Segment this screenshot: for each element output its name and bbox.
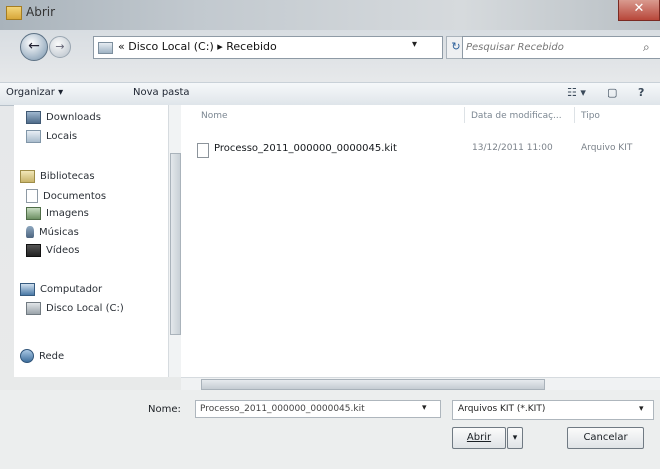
- column-header-date[interactable]: Data de modificaç...: [471, 111, 562, 121]
- cancel-button[interactable]: Cancelar: [567, 427, 644, 449]
- cancel-button-label: Cancelar: [583, 432, 628, 443]
- sidebar-item-documents[interactable]: Documentos: [26, 189, 106, 203]
- file-list: Nome Data de modificaç... Tipo Processo_…: [181, 105, 660, 377]
- documents-icon: [26, 189, 38, 203]
- folder-icon: [98, 42, 113, 54]
- sidebar-scrollbar[interactable]: [168, 105, 181, 377]
- sidebar-item-label: Rede: [39, 350, 65, 362]
- sidebar-item-label: Imagens: [46, 208, 89, 219]
- back-arrow-icon: ←: [28, 38, 40, 54]
- sidebar-item-music[interactable]: Músicas: [26, 226, 79, 238]
- sidebar-item-label: Vídeos: [46, 245, 80, 256]
- library-icon: [20, 170, 35, 183]
- open-button-label: Abrir: [466, 432, 492, 443]
- file-name[interactable]: Processo_2011_000000_0000045.kit: [214, 143, 397, 154]
- help-icon[interactable]: ?: [638, 86, 644, 99]
- sidebar-item-label: Computador: [40, 284, 103, 295]
- column-header-type[interactable]: Tipo: [581, 111, 600, 121]
- file-name-field[interactable]: [195, 400, 441, 418]
- music-icon: [26, 226, 34, 238]
- chevron-down-icon[interactable]: ▾: [639, 404, 644, 414]
- window-title: Abrir: [26, 5, 56, 19]
- navigation-pane: Downloads Locais Bibliotecas Documentos …: [14, 105, 181, 377]
- file-name-label: Nome:: [148, 404, 181, 415]
- new-folder-button[interactable]: Nova pasta: [133, 87, 190, 98]
- close-button[interactable]: ✕: [618, 0, 660, 21]
- search-box[interactable]: ⌕: [462, 36, 660, 59]
- sidebar-item-label: Locais: [46, 131, 78, 142]
- column-divider[interactable]: [464, 107, 465, 123]
- title-bar: Abrir ✕: [0, 0, 660, 30]
- sidebar-item-label: Disco Local (C:): [46, 303, 124, 314]
- network-icon: [20, 349, 34, 363]
- search-icon[interactable]: ⌕: [643, 40, 650, 55]
- chevron-down-icon: ▾: [512, 433, 518, 443]
- open-button[interactable]: Abrir: [452, 427, 506, 449]
- back-button[interactable]: ←: [20, 33, 48, 61]
- view-options-icon[interactable]: ☷ ▾: [567, 86, 586, 99]
- file-type-value: Arquivos KIT (*.KIT): [458, 404, 546, 414]
- sidebar-item-libraries[interactable]: Bibliotecas: [20, 170, 95, 183]
- column-header-name[interactable]: Nome: [201, 111, 228, 121]
- file-icon: [197, 143, 209, 158]
- refresh-icon: ↻: [451, 40, 461, 53]
- images-icon: [26, 207, 41, 220]
- sidebar-item-label: Downloads: [46, 112, 101, 123]
- search-input[interactable]: [466, 39, 626, 55]
- chevron-down-icon[interactable]: ▾: [422, 403, 427, 413]
- open-dialog: Abrir ✕ ← → « Disco Local (C:) ▸ Recebid…: [0, 0, 660, 469]
- table-row[interactable]: Processo_2011_000000_0000045.kit 13/12/2…: [197, 140, 660, 160]
- folder-icon: [6, 6, 22, 20]
- downloads-icon: [26, 111, 41, 124]
- organize-button[interactable]: Organizar ▾: [6, 87, 63, 98]
- chevron-down-icon[interactable]: ▾: [412, 39, 417, 50]
- forward-button[interactable]: →: [49, 36, 71, 58]
- sidebar-item-label: Músicas: [39, 226, 79, 238]
- sidebar-scroll-thumb[interactable]: [170, 153, 181, 335]
- sidebar-item-label: Bibliotecas: [40, 171, 95, 182]
- toolbar: Organizar ▾ Nova pasta ☷ ▾ ▢ ?: [0, 82, 660, 106]
- computer-icon: [20, 283, 35, 296]
- dialog-footer: Nome: ▾ Arquivos KIT (*.KIT) ▾ Abrir ▾ C…: [0, 390, 660, 469]
- address-bar[interactable]: « Disco Local (C:) ▸ Recebido ▾: [93, 36, 443, 59]
- places-icon: [26, 130, 41, 143]
- sidebar-item-videos[interactable]: Vídeos: [26, 244, 79, 257]
- drive-icon: [26, 302, 41, 315]
- horizontal-scroll-thumb[interactable]: [201, 379, 545, 390]
- videos-icon: [26, 244, 41, 257]
- sidebar-item-network[interactable]: Rede: [20, 349, 64, 363]
- horizontal-scrollbar[interactable]: [181, 377, 660, 390]
- sidebar-item-downloads[interactable]: Downloads: [26, 111, 101, 124]
- sidebar-item-images[interactable]: Imagens: [26, 207, 89, 220]
- sidebar-item-local-disk[interactable]: Disco Local (C:): [26, 302, 124, 315]
- file-type-select[interactable]: Arquivos KIT (*.KIT) ▾: [452, 400, 654, 420]
- file-date: 13/12/2011 11:00: [472, 143, 553, 153]
- open-options-button[interactable]: ▾: [507, 427, 523, 449]
- file-type: Arquivo KIT: [581, 143, 633, 153]
- close-icon: ✕: [633, 1, 645, 16]
- navigation-bar: ← → « Disco Local (C:) ▸ Recebido ▾ ↻ ⌕: [0, 30, 660, 61]
- column-divider[interactable]: [574, 107, 575, 123]
- sidebar-item-places[interactable]: Locais: [26, 130, 77, 143]
- breadcrumb[interactable]: « Disco Local (C:) ▸ Recebido: [118, 40, 277, 53]
- forward-arrow-icon: →: [55, 40, 65, 53]
- sidebar-item-computer[interactable]: Computador: [20, 283, 102, 296]
- sidebar-item-label: Documentos: [43, 190, 107, 202]
- preview-pane-icon[interactable]: ▢: [607, 86, 617, 99]
